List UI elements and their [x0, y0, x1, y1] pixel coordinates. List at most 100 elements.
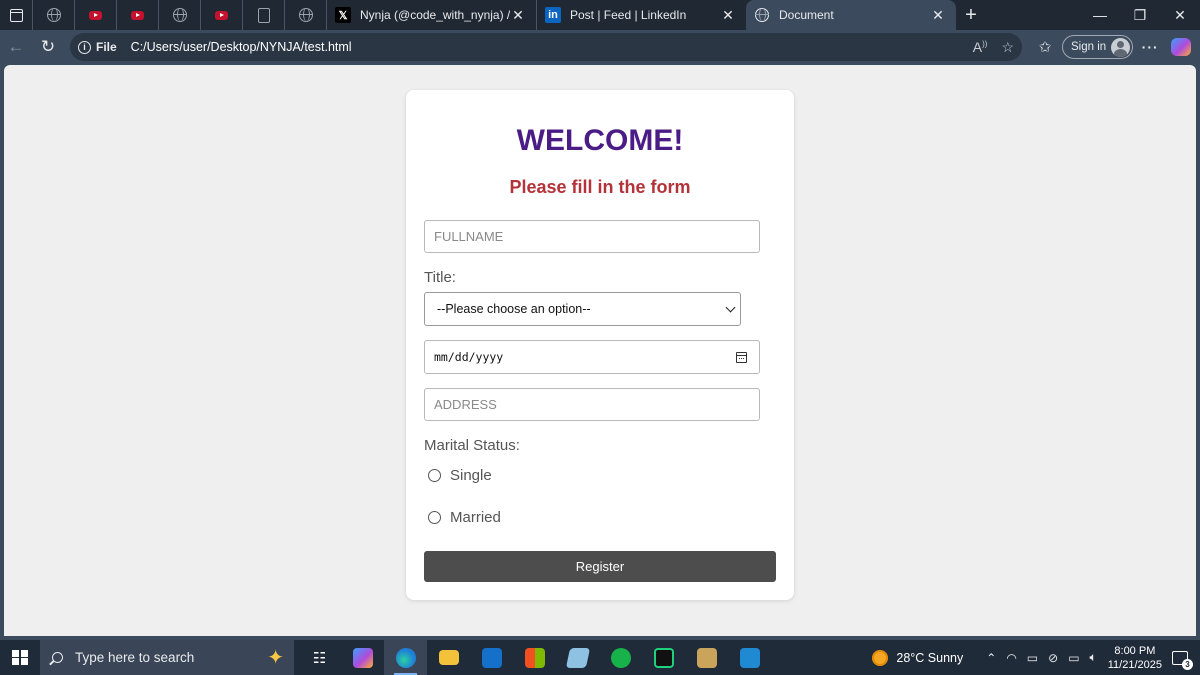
- file-explorer-button[interactable]: [427, 640, 470, 675]
- copilot-app-button[interactable]: [341, 640, 384, 675]
- pinned-tab-7[interactable]: [284, 0, 326, 30]
- info-icon[interactable]: i: [78, 40, 91, 54]
- back-button[interactable]: ←: [0, 30, 32, 64]
- tab-strip: 𝕏 Nynja (@code_with_nynja) / X ✕ in Post…: [0, 0, 1200, 30]
- tools-app-button[interactable]: [685, 640, 728, 675]
- chevron-up-icon[interactable]: ⌃: [986, 651, 996, 665]
- register-button[interactable]: Register: [424, 551, 776, 582]
- radio-single[interactable]: [428, 469, 441, 482]
- meet-now-icon[interactable]: ▭: [1027, 651, 1038, 665]
- pinned-tab-5[interactable]: [200, 0, 242, 30]
- task-view-icon: ☷: [312, 649, 327, 667]
- vscode-button[interactable]: [728, 640, 771, 675]
- refresh-button[interactable]: ↻: [32, 30, 64, 64]
- notification-center-icon[interactable]: 3: [1172, 650, 1193, 670]
- globe-icon: [298, 8, 313, 22]
- tab-actions-button[interactable]: [0, 0, 32, 30]
- battery-icon[interactable]: ▭: [1068, 651, 1079, 665]
- outlook-button[interactable]: [470, 640, 513, 675]
- search-icon: [52, 652, 63, 663]
- pinned-tab-3[interactable]: [116, 0, 158, 30]
- clock-date: 11/21/2025: [1107, 658, 1162, 671]
- search-placeholder: Type here to search: [75, 650, 195, 665]
- avatar: [1111, 37, 1131, 57]
- network-icon[interactable]: ◠: [1006, 651, 1016, 665]
- title-select[interactable]: --Please choose an option--: [424, 292, 741, 326]
- close-tab-icon[interactable]: ✕: [510, 7, 526, 24]
- pinned-tab-1[interactable]: [32, 0, 74, 30]
- read-aloud-icon[interactable]: A)): [973, 39, 988, 55]
- copilot-icon: [352, 647, 373, 668]
- copilot-icon[interactable]: [1171, 38, 1192, 56]
- close-tab-icon[interactable]: ✕: [720, 7, 736, 24]
- edge-icon: [395, 647, 416, 668]
- title-label: Title:: [424, 269, 456, 286]
- radio-married[interactable]: [428, 511, 441, 524]
- youtube-icon: [131, 10, 144, 20]
- linkedin-logo-icon: in: [545, 7, 561, 23]
- tools-icon: [696, 647, 717, 668]
- date-input[interactable]: mm/dd/yyyy: [424, 340, 760, 374]
- form-card: WELCOME! Please fill in the form Title: …: [406, 90, 794, 600]
- close-window-button[interactable]: ✕: [1160, 0, 1200, 30]
- notification-count: 3: [1182, 658, 1193, 670]
- tab-x[interactable]: 𝕏 Nynja (@code_with_nynja) / X ✕: [326, 0, 536, 30]
- pinned-tab-6[interactable]: [242, 0, 284, 30]
- tab-actions-icon: [9, 8, 23, 22]
- phone-app-button[interactable]: [599, 640, 642, 675]
- window-controls: — ❐ ✕: [1080, 0, 1200, 30]
- store-button[interactable]: [513, 640, 556, 675]
- new-tab-button[interactable]: +: [956, 4, 986, 27]
- x-logo-icon: 𝕏: [335, 7, 351, 23]
- radio-option-married[interactable]: Married: [428, 509, 501, 526]
- address-input[interactable]: [424, 388, 760, 421]
- title-select-value: --Please choose an option--: [437, 302, 591, 316]
- taskbar: Type here to search ✦ ☷ 28°C Sunny ⌃ ◠ ▭…: [0, 640, 1200, 675]
- globe-icon: [172, 8, 187, 22]
- radio-label: Married: [450, 509, 501, 526]
- minimize-button[interactable]: —: [1080, 0, 1120, 30]
- marital-status-label: Marital Status:: [424, 437, 520, 454]
- fullname-input[interactable]: [424, 220, 760, 253]
- radio-option-single[interactable]: Single: [428, 467, 492, 484]
- outlook-icon: [481, 647, 502, 668]
- url-text[interactable]: C:/Users/user/Desktop/NYNJA/test.html: [131, 40, 352, 54]
- mute-icon[interactable]: ⊘: [1048, 651, 1058, 665]
- date-placeholder: mm/dd/yyyy: [434, 350, 504, 364]
- pycharm-icon: [653, 647, 674, 668]
- clock[interactable]: 8:00 PM 11/21/2025: [1108, 644, 1162, 672]
- chevron-down-icon: [725, 302, 736, 313]
- close-tab-icon[interactable]: ✕: [930, 7, 946, 24]
- tab-document[interactable]: Document ✕: [746, 0, 956, 30]
- sign-in-button[interactable]: Sign in: [1062, 35, 1134, 59]
- tab-title: Document: [779, 8, 834, 22]
- pinned-tab-2[interactable]: [74, 0, 116, 30]
- tab-title: Post | Feed | LinkedIn: [570, 8, 687, 22]
- pycharm-button[interactable]: [642, 640, 685, 675]
- favorite-star-icon[interactable]: ☆: [1001, 39, 1014, 56]
- globe-icon: [46, 8, 61, 22]
- edge-app-button[interactable]: [384, 640, 427, 675]
- pinned-tab-4[interactable]: [158, 0, 200, 30]
- app-button[interactable]: [556, 640, 599, 675]
- address-bar-row: ← ↻ i File C:/Users/user/Desktop/NYNJA/t…: [0, 30, 1200, 64]
- address-bar-actions: A)) ☆: [973, 33, 1014, 61]
- address-bar[interactable]: i File C:/Users/user/Desktop/NYNJA/test.…: [70, 33, 1022, 61]
- document-icon: [257, 7, 270, 23]
- task-view-button[interactable]: ☷: [298, 640, 341, 675]
- taskbar-search[interactable]: Type here to search ✦: [40, 640, 294, 675]
- volume-icon[interactable]: 🔈︎: [1090, 650, 1097, 665]
- vscode-icon: [739, 647, 760, 668]
- more-menu-icon[interactable]: ···: [1133, 39, 1167, 55]
- calendar-icon[interactable]: [736, 352, 747, 363]
- scheme-label: File: [96, 40, 117, 54]
- start-button[interactable]: [0, 640, 40, 675]
- sparkle-icon[interactable]: ✦: [267, 645, 284, 670]
- restore-button[interactable]: ❐: [1120, 0, 1160, 30]
- phone-icon: [610, 647, 631, 668]
- weather-text[interactable]: 28°C Sunny: [896, 651, 963, 665]
- favorites-icon[interactable]: ✩: [1032, 38, 1058, 56]
- tab-title: Nynja (@code_with_nynja) / X: [360, 8, 510, 22]
- globe-icon: [754, 7, 770, 23]
- tab-linkedin[interactable]: in Post | Feed | LinkedIn ✕: [536, 0, 746, 30]
